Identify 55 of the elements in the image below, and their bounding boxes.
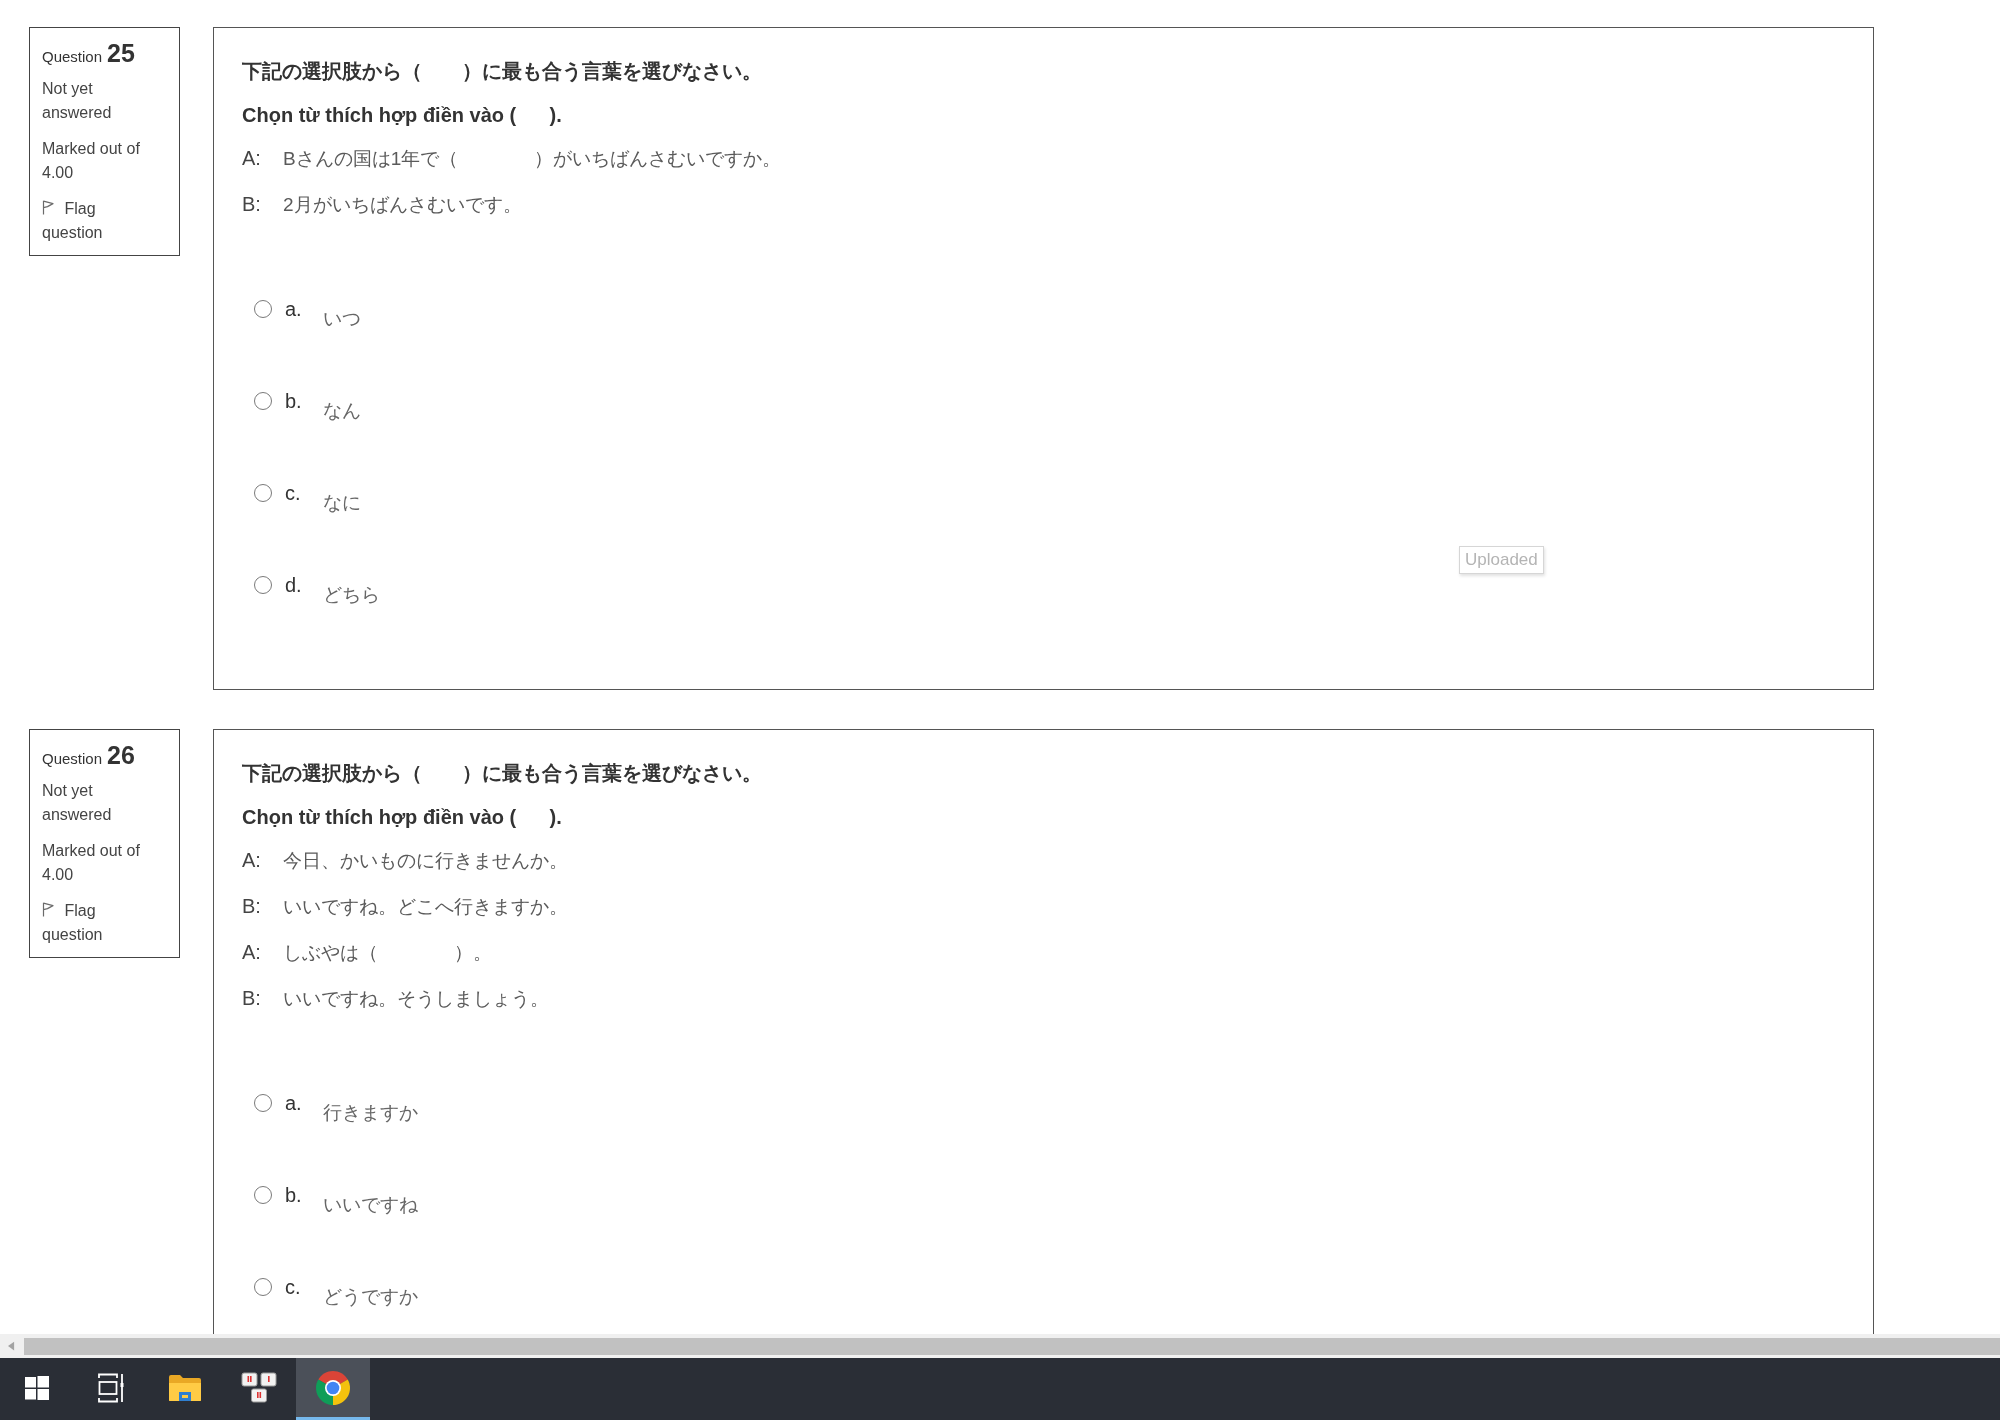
answer-text: なに <box>323 491 361 515</box>
dialogue-line: しぶやは（ ）。 <box>283 941 492 965</box>
speaker-label: B: <box>242 192 262 217</box>
instruction-text: 下記の選択肢から（ ）に最も合う言葉を選びなさい。 <box>242 59 763 84</box>
dialogue-line: 今日、かいものに行きませんか。 <box>283 849 568 873</box>
question-label: Question <box>42 47 103 67</box>
answer-text: なん <box>323 399 361 423</box>
status-tooltip: Uploaded <box>1459 546 1544 574</box>
answer-text: どうですか <box>323 1285 418 1309</box>
folder-icon[interactable] <box>168 1373 202 1402</box>
speaker-label: A: <box>242 146 262 171</box>
answer-text: いいですね <box>323 1193 418 1217</box>
option-letter: c. <box>285 481 302 505</box>
dialogue-line: 2月がいちばんさむいです。 <box>283 193 522 217</box>
question-marks: Marked out of 4.00 <box>42 139 141 183</box>
radio-button[interactable] <box>254 300 272 318</box>
option-letter: d. <box>285 573 303 597</box>
speaker-label: A: <box>242 848 262 873</box>
stacked-windows-icon[interactable] <box>98 1372 124 1403</box>
radio-button[interactable] <box>254 1186 272 1204</box>
horizontal-scrollbar[interactable] <box>0 1334 2000 1358</box>
keycaps-icon[interactable] <box>241 1371 277 1404</box>
instruction-translation: Chọn từ thích hợp điền vào ( ). <box>242 805 563 830</box>
question-status: Not yet answered <box>42 79 113 123</box>
instruction-translation: Chọn từ thích hợp điền vào ( ). <box>242 103 563 128</box>
dialogue-line: Bさんの国は1年で（ ）がいちばんさむいですか。 <box>283 147 782 171</box>
radio-button[interactable] <box>254 576 272 594</box>
flag-question-link[interactable]: Flag question <box>42 899 159 947</box>
round-logo-icon[interactable] <box>315 1369 351 1406</box>
option-letter: b. <box>285 389 303 413</box>
option-letter: b. <box>285 1183 303 1207</box>
flag-question-link[interactable]: Flag question <box>42 197 159 245</box>
question-status: Not yet answered <box>42 781 113 825</box>
radio-button[interactable] <box>254 1278 272 1296</box>
speaker-label: B: <box>242 986 262 1011</box>
radio-button[interactable] <box>254 392 272 410</box>
answer-text: 行きますか <box>323 1101 418 1125</box>
option-letter: a. <box>285 297 303 321</box>
speaker-label: B: <box>242 894 262 919</box>
dialogue-line: いいですね。どこへ行きますか。 <box>283 895 568 919</box>
option-letter: a. <box>285 1091 303 1115</box>
instruction-text: 下記の選択肢から（ ）に最も合う言葉を選びなさい。 <box>242 761 763 786</box>
question-number: 26 <box>107 743 135 767</box>
scrollbar-thumb[interactable] <box>24 1337 2000 1355</box>
dialogue-line: いいですね。そうしましょう。 <box>283 987 549 1011</box>
question-label: Question <box>42 749 103 769</box>
question-number: 25 <box>107 41 135 65</box>
four-panes-icon[interactable] <box>25 1375 49 1400</box>
speaker-label: A: <box>242 940 262 965</box>
answer-text: どちら <box>323 583 380 607</box>
question-marks: Marked out of 4.00 <box>42 841 141 885</box>
answer-text: いつ <box>323 307 361 331</box>
radio-button[interactable] <box>254 1094 272 1112</box>
option-letter: c. <box>285 1275 302 1299</box>
radio-button[interactable] <box>254 484 272 502</box>
